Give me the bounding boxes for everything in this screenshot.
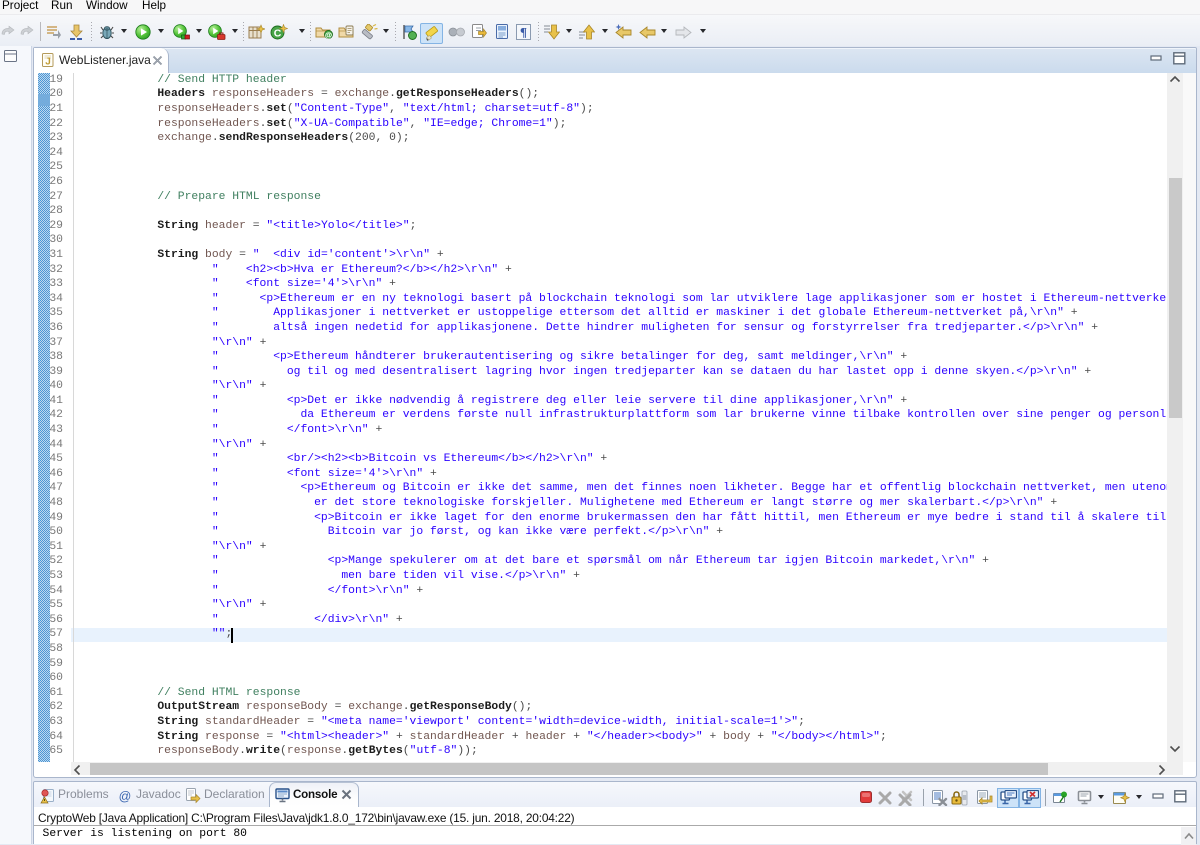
svg-text:@: @ xyxy=(325,31,332,40)
svg-text:@: @ xyxy=(119,790,132,804)
svg-text:¶: ¶ xyxy=(520,25,527,40)
svg-text:J: J xyxy=(45,57,51,68)
svg-text:C: C xyxy=(274,28,282,40)
